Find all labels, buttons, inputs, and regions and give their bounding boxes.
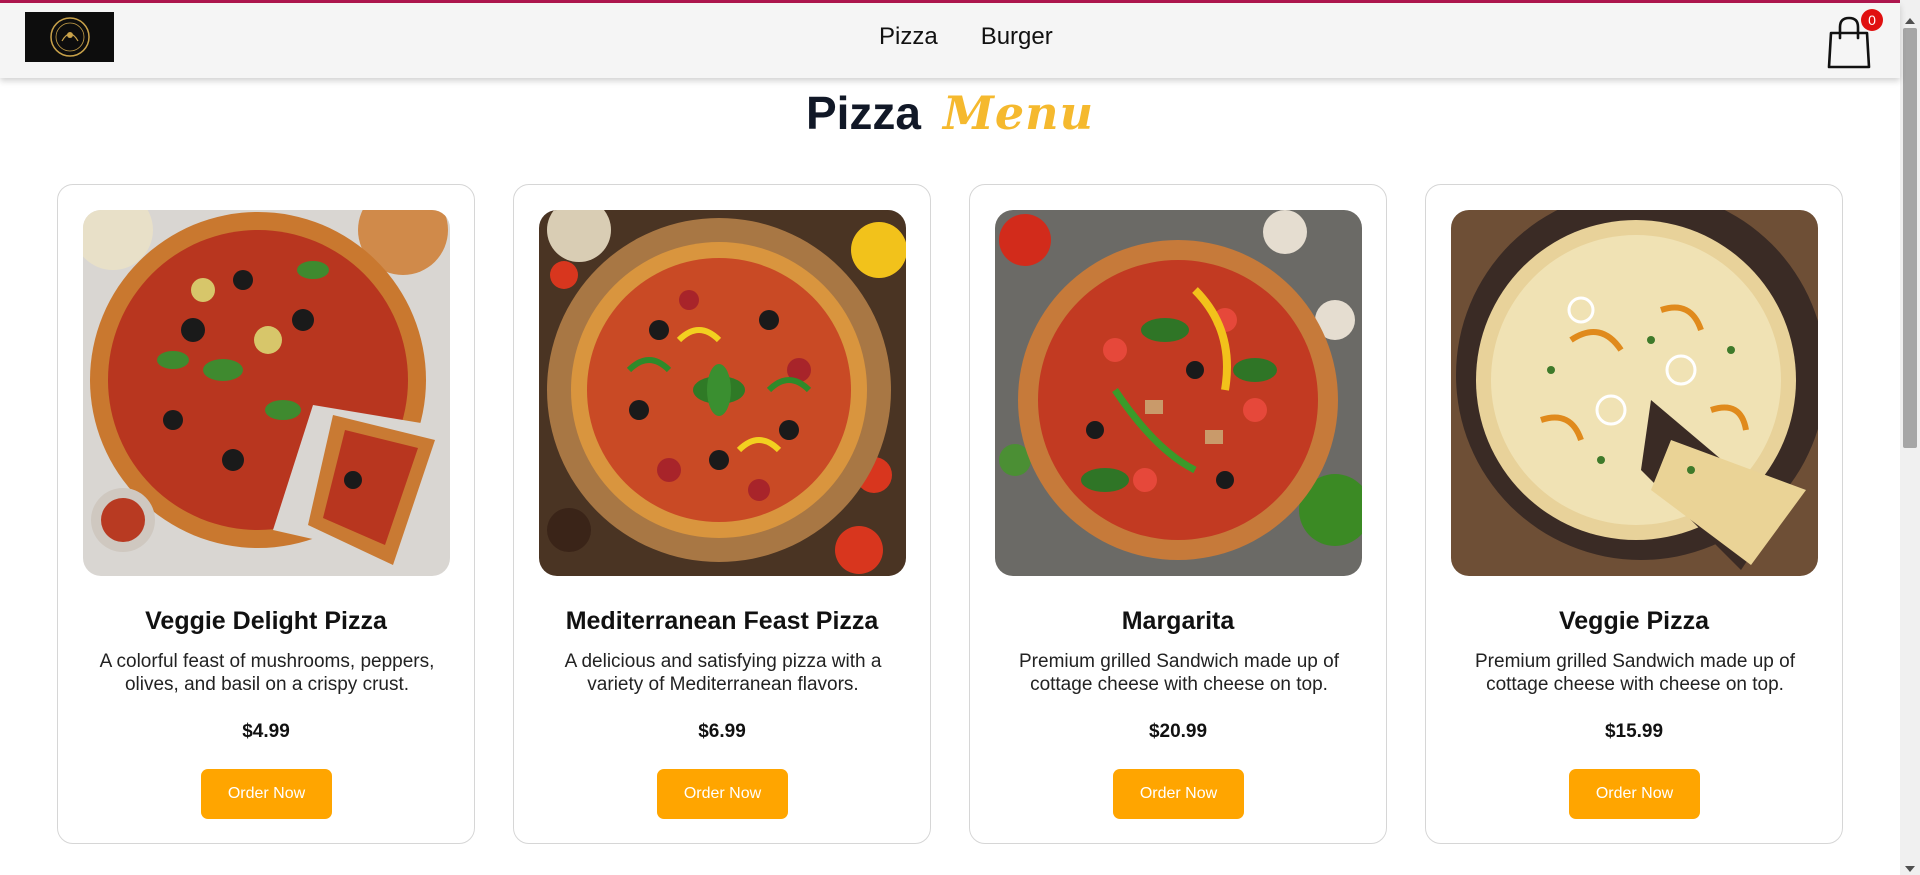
pizza-image bbox=[1451, 210, 1818, 576]
nav-link-burger[interactable]: Burger bbox=[981, 23, 1053, 51]
pizza-image bbox=[539, 210, 906, 576]
card-description: A delicious and satisfying pizza with a … bbox=[564, 651, 882, 695]
scroll-up-arrow-icon[interactable] bbox=[1905, 18, 1915, 24]
card-description: Premium grilled Sandwich made up of cott… bbox=[1475, 651, 1795, 695]
card-price: $15.99 bbox=[1604, 721, 1664, 742]
nav-link-pizza[interactable]: Pizza bbox=[879, 23, 938, 51]
order-now-button[interactable]: Order Now bbox=[1113, 769, 1244, 819]
pizza-image bbox=[995, 210, 1362, 576]
page-title-primary: Pizza bbox=[805, 87, 921, 139]
navbar: Pizza Burger 0 bbox=[0, 3, 1900, 78]
scrollbar-thumb[interactable] bbox=[1903, 28, 1917, 448]
pizza-image bbox=[83, 210, 450, 576]
cart-count-badge: 0 bbox=[1861, 9, 1883, 31]
logo-emblem-icon bbox=[49, 17, 90, 57]
brand-logo[interactable] bbox=[25, 12, 114, 62]
order-now-button[interactable]: Order Now bbox=[201, 769, 332, 819]
menu-card: Veggie Pizza Premium grilled Sandwich ma… bbox=[1425, 184, 1843, 844]
page-title: Pizza Menu bbox=[0, 86, 1900, 140]
card-description: Premium grilled Sandwich made up of cott… bbox=[1019, 651, 1339, 695]
card-title: Margarita bbox=[1121, 607, 1235, 635]
menu-card: Mediterranean Feast Pizza A delicious an… bbox=[513, 184, 931, 844]
card-price: $6.99 bbox=[698, 721, 746, 742]
card-title: Mediterranean Feast Pizza bbox=[565, 607, 879, 635]
card-description: A colorful feast of mushrooms, peppers, … bbox=[99, 651, 435, 695]
page-title-accent: Menu bbox=[942, 86, 1095, 140]
scroll-down-arrow-icon[interactable] bbox=[1905, 866, 1915, 872]
order-now-button[interactable]: Order Now bbox=[1569, 769, 1700, 819]
card-title: Veggie Delight Pizza bbox=[145, 607, 387, 635]
order-now-button[interactable]: Order Now bbox=[657, 769, 788, 819]
card-price: $4.99 bbox=[242, 721, 290, 742]
main-nav: Pizza Burger bbox=[879, 23, 1053, 51]
menu-card: Veggie Delight Pizza A colorful feast of… bbox=[57, 184, 475, 844]
card-price: $20.99 bbox=[1148, 721, 1208, 742]
menu-card: Margarita Premium grilled Sandwich made … bbox=[969, 184, 1387, 844]
card-title: Veggie Pizza bbox=[1558, 607, 1710, 635]
